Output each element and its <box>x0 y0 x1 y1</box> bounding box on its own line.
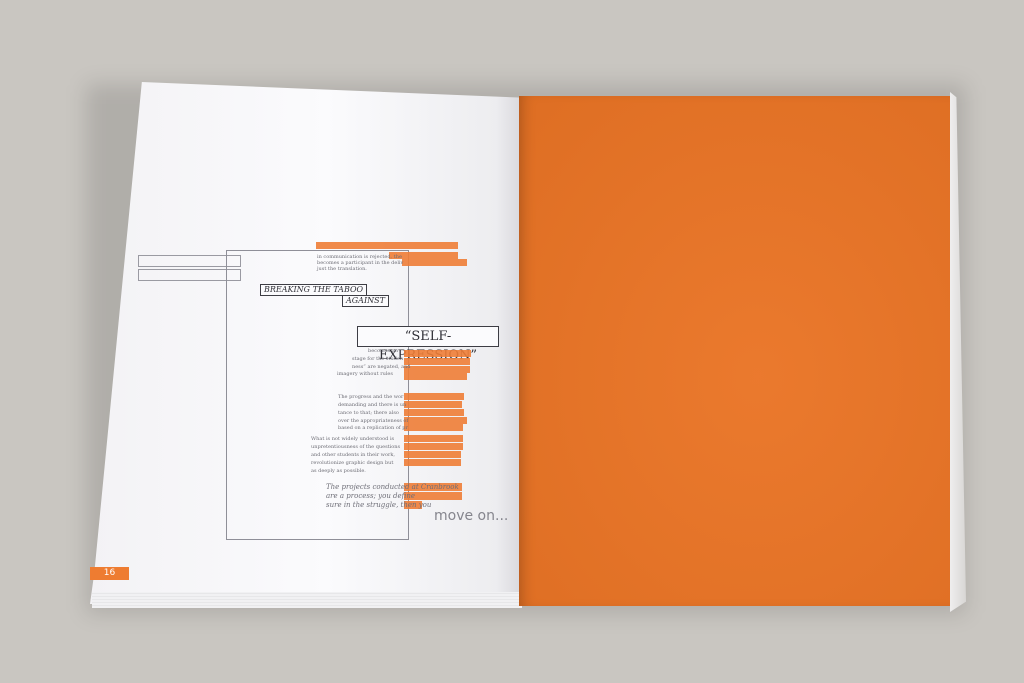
text-line: becomes an <box>368 348 399 354</box>
text-line: and other students in their work, <box>311 452 395 458</box>
text-line: The progress and the wor <box>338 394 404 400</box>
text-line: as deeply as possible. <box>311 468 366 474</box>
highlight-block <box>404 373 467 380</box>
text-line: unpretentiousness of the questions <box>311 444 401 450</box>
book-photo: in communication is rejected, the become… <box>0 0 1024 683</box>
text-line: stage for the studen <box>352 356 404 362</box>
highlight-block <box>404 417 467 424</box>
highlight-block <box>316 242 458 249</box>
text-line: ness” are negated, and <box>352 364 411 370</box>
move-on-text: move on... <box>434 508 509 524</box>
highlight-block <box>404 459 461 466</box>
right-page-lighting <box>519 96 953 606</box>
page-stack-edge <box>92 592 522 608</box>
highlight-block <box>404 393 464 400</box>
highlight-block <box>404 366 470 373</box>
highlight-block <box>404 451 461 458</box>
text-line: based on a replication of pr <box>338 425 408 431</box>
highlight-block <box>404 424 463 431</box>
text-line: tance to that; there also <box>338 410 399 416</box>
highlight-block <box>404 435 463 442</box>
text-line: imagery without rules <box>337 371 393 377</box>
highlight-block <box>404 409 464 416</box>
highlight-block <box>404 350 471 357</box>
pull-quote: The projects conducted at Cranbrook are … <box>326 483 459 510</box>
heading-against: AGAINST <box>342 295 389 307</box>
heading-self-expression: “SELF-EXPRESSION” <box>357 326 499 363</box>
quote-line: are a process; you define <box>326 492 416 500</box>
highlight-block <box>404 358 470 365</box>
quote-line: The projects conducted at Cranbrook <box>326 483 459 491</box>
highlight-block <box>402 259 467 266</box>
text-line: demanding and there is un <box>338 402 407 408</box>
text-line: revolutionize graphic design but <box>311 460 394 466</box>
text-line: just the translation. <box>317 266 367 272</box>
highlight-block <box>404 443 463 450</box>
text-line: What is not widely understood is <box>311 436 395 442</box>
page-number-badge: 16 <box>90 567 129 580</box>
text-line: over the appropriateness of <box>338 418 409 424</box>
highlight-block <box>404 401 462 408</box>
